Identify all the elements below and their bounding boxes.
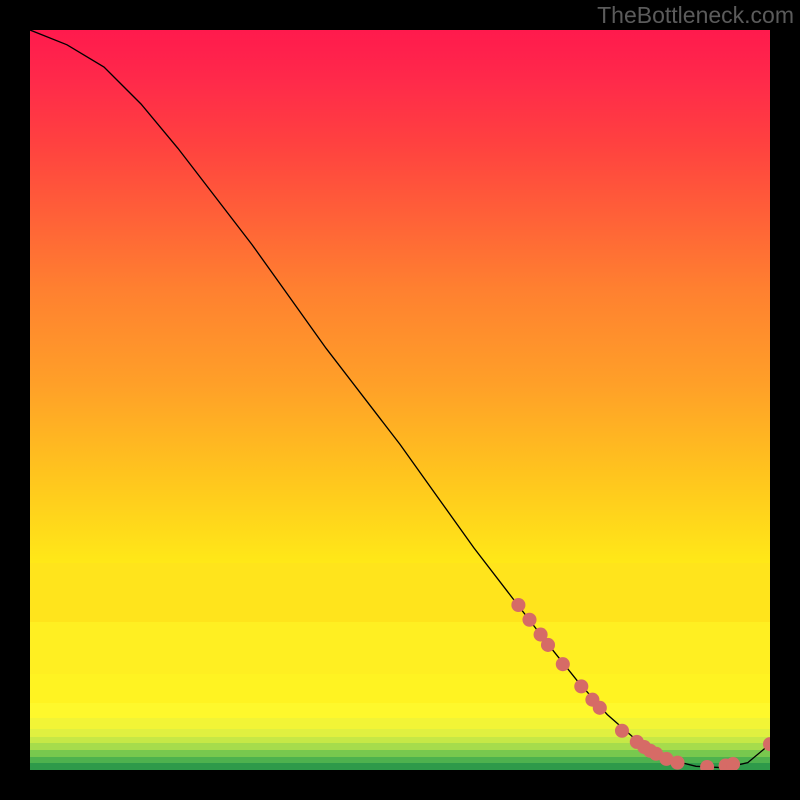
marker-point [556, 657, 570, 671]
plot-area [30, 30, 770, 770]
chart-svg [30, 30, 770, 770]
marker-point [574, 679, 588, 693]
watermark-text: TheBottleneck.com [597, 2, 794, 29]
marker-group [511, 598, 770, 770]
curve-line [30, 30, 770, 768]
marker-point [541, 638, 555, 652]
marker-point [593, 701, 607, 715]
marker-point [700, 760, 714, 770]
marker-point [615, 724, 629, 738]
marker-point [670, 756, 684, 770]
marker-point [511, 598, 525, 612]
marker-point [522, 613, 536, 627]
